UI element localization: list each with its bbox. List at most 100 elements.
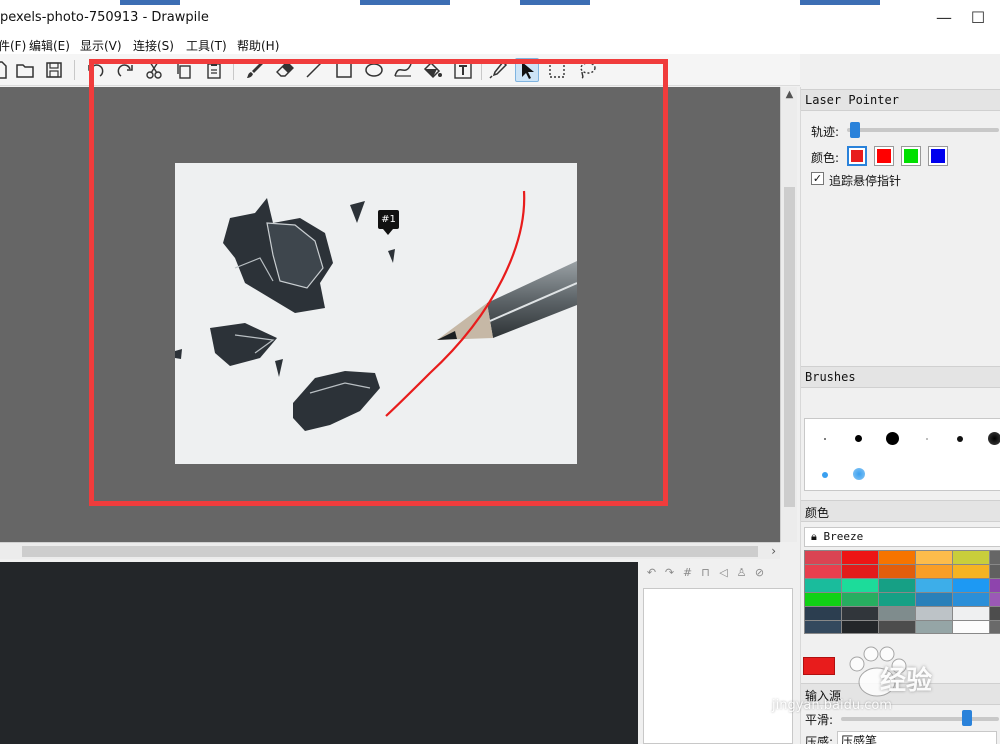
brush-presets[interactable] bbox=[804, 418, 1000, 491]
palette-swatch[interactable] bbox=[916, 593, 952, 606]
palette-swatch[interactable] bbox=[805, 579, 841, 592]
trail-slider[interactable] bbox=[847, 128, 999, 132]
canvas-horizontal-scrollbar[interactable]: › bbox=[0, 542, 780, 559]
user-op-icon[interactable]: ♙ bbox=[734, 566, 749, 584]
color-picker-tool[interactable] bbox=[486, 58, 510, 82]
maximize-button[interactable]: ☐ bbox=[968, 8, 988, 28]
palette-swatch[interactable] bbox=[879, 551, 915, 564]
undo-user-icon[interactable]: ↶ bbox=[644, 566, 659, 584]
minimize-button[interactable]: — bbox=[934, 8, 954, 28]
open-button[interactable] bbox=[13, 58, 37, 82]
lock-icon[interactable]: ⊓ bbox=[698, 566, 713, 584]
rectangle-tool[interactable] bbox=[332, 58, 356, 82]
palette-swatch[interactable] bbox=[916, 551, 952, 564]
palette-swatch[interactable] bbox=[842, 607, 878, 620]
palette-swatch[interactable] bbox=[805, 551, 841, 564]
fill-tool[interactable] bbox=[421, 58, 445, 82]
brush-preset[interactable] bbox=[824, 438, 826, 440]
undo-button[interactable] bbox=[84, 58, 108, 82]
redo-icon bbox=[117, 64, 133, 77]
palette-swatch[interactable] bbox=[879, 607, 915, 620]
palette-swatch[interactable] bbox=[916, 607, 952, 620]
trail-slider-handle[interactable] bbox=[849, 122, 860, 138]
copy-button[interactable] bbox=[172, 58, 196, 82]
scroll-thumb[interactable] bbox=[784, 187, 795, 507]
palette-swatch[interactable] bbox=[805, 593, 841, 606]
track-hover-checkbox[interactable]: ✓ bbox=[811, 172, 824, 185]
paste-button[interactable] bbox=[202, 58, 226, 82]
palette-swatch[interactable] bbox=[842, 565, 878, 578]
lasso-select-tool[interactable] bbox=[575, 58, 599, 82]
taskbar-stripe bbox=[120, 0, 180, 5]
canvas-vertical-scrollbar[interactable]: ▲ bbox=[780, 87, 797, 542]
text-tool[interactable] bbox=[451, 58, 475, 82]
brush-preset[interactable] bbox=[822, 472, 828, 478]
chat-panel[interactable] bbox=[0, 562, 638, 744]
save-button[interactable] bbox=[42, 58, 66, 82]
smoothing-slider-handle[interactable] bbox=[962, 710, 973, 726]
brush-preset[interactable] bbox=[957, 436, 963, 442]
palette-swatch[interactable] bbox=[805, 565, 841, 578]
palette-selector[interactable]: 🔒︎ Breeze bbox=[804, 527, 1000, 547]
eraser-tool[interactable] bbox=[273, 58, 297, 82]
ellipse-tool[interactable] bbox=[362, 58, 386, 82]
palette-swatch[interactable] bbox=[990, 593, 1000, 606]
cut-button[interactable] bbox=[142, 58, 166, 82]
menu-tools[interactable]: 工具(T) bbox=[186, 37, 227, 54]
palette-swatch[interactable] bbox=[953, 621, 989, 633]
palette-swatch[interactable] bbox=[879, 579, 915, 592]
toolbar-separator bbox=[74, 60, 75, 80]
color-palette[interactable] bbox=[804, 550, 1000, 634]
scroll-up-icon[interactable]: ▲ bbox=[784, 89, 795, 101]
palette-swatch[interactable] bbox=[990, 551, 1000, 564]
palette-swatch[interactable] bbox=[879, 593, 915, 606]
palette-swatch[interactable] bbox=[916, 565, 952, 578]
pencil-shavings-photo bbox=[175, 163, 577, 464]
line-tool[interactable] bbox=[302, 58, 326, 82]
brush-preset[interactable] bbox=[853, 468, 865, 480]
brush-preset[interactable] bbox=[988, 432, 1000, 445]
menu-file[interactable]: 文件(F) bbox=[0, 37, 26, 54]
canvas-view[interactable] bbox=[0, 87, 780, 542]
brush-preset[interactable] bbox=[886, 432, 899, 445]
megaphone-icon[interactable]: ◁ bbox=[716, 566, 731, 584]
palette-swatch[interactable] bbox=[990, 579, 1000, 592]
canvas-image[interactable] bbox=[175, 163, 577, 464]
palette-swatch[interactable] bbox=[916, 579, 952, 592]
palette-swatch[interactable] bbox=[842, 579, 878, 592]
palette-swatch[interactable] bbox=[805, 607, 841, 620]
menu-session[interactable]: 连接(S) bbox=[133, 37, 174, 54]
brush-preset[interactable] bbox=[855, 435, 862, 442]
palette-swatch[interactable] bbox=[842, 593, 878, 606]
palette-swatch[interactable] bbox=[879, 565, 915, 578]
freehand-tool[interactable] bbox=[243, 58, 267, 82]
bezier-tool[interactable] bbox=[391, 58, 415, 82]
palette-swatch[interactable] bbox=[953, 607, 989, 620]
palette-swatch[interactable] bbox=[990, 607, 1000, 620]
grid-icon[interactable]: # bbox=[680, 566, 695, 584]
new-button[interactable] bbox=[0, 58, 12, 82]
brush-preset[interactable] bbox=[926, 438, 928, 440]
redo-user-icon[interactable]: ↷ bbox=[662, 566, 677, 584]
palette-swatch[interactable] bbox=[953, 551, 989, 564]
block-icon[interactable]: ⊘ bbox=[752, 566, 767, 584]
palette-swatch[interactable] bbox=[953, 565, 989, 578]
laser-color-red-selected[interactable] bbox=[847, 146, 867, 166]
palette-swatch[interactable] bbox=[990, 621, 1000, 633]
palette-swatch[interactable] bbox=[842, 551, 878, 564]
palette-swatch[interactable] bbox=[953, 593, 989, 606]
redo-button[interactable] bbox=[113, 58, 137, 82]
palette-swatch[interactable] bbox=[990, 565, 1000, 578]
chevron-right-icon[interactable]: › bbox=[771, 544, 776, 558]
menu-edit[interactable]: 编辑(E) bbox=[29, 37, 70, 54]
laser-color-green[interactable] bbox=[901, 146, 921, 166]
laser-color-red[interactable] bbox=[874, 146, 894, 166]
select-rectangle-tool[interactable] bbox=[545, 58, 569, 82]
menu-view[interactable]: 显示(V) bbox=[80, 37, 122, 54]
laser-pointer-tool[interactable] bbox=[515, 58, 539, 82]
palette-swatch[interactable] bbox=[953, 579, 989, 592]
scroll-thumb[interactable] bbox=[22, 546, 758, 557]
laser-color-blue[interactable] bbox=[928, 146, 948, 166]
menu-help[interactable]: 帮助(H) bbox=[237, 37, 279, 54]
pressure-dropdown[interactable]: 压感笔 bbox=[837, 731, 997, 744]
